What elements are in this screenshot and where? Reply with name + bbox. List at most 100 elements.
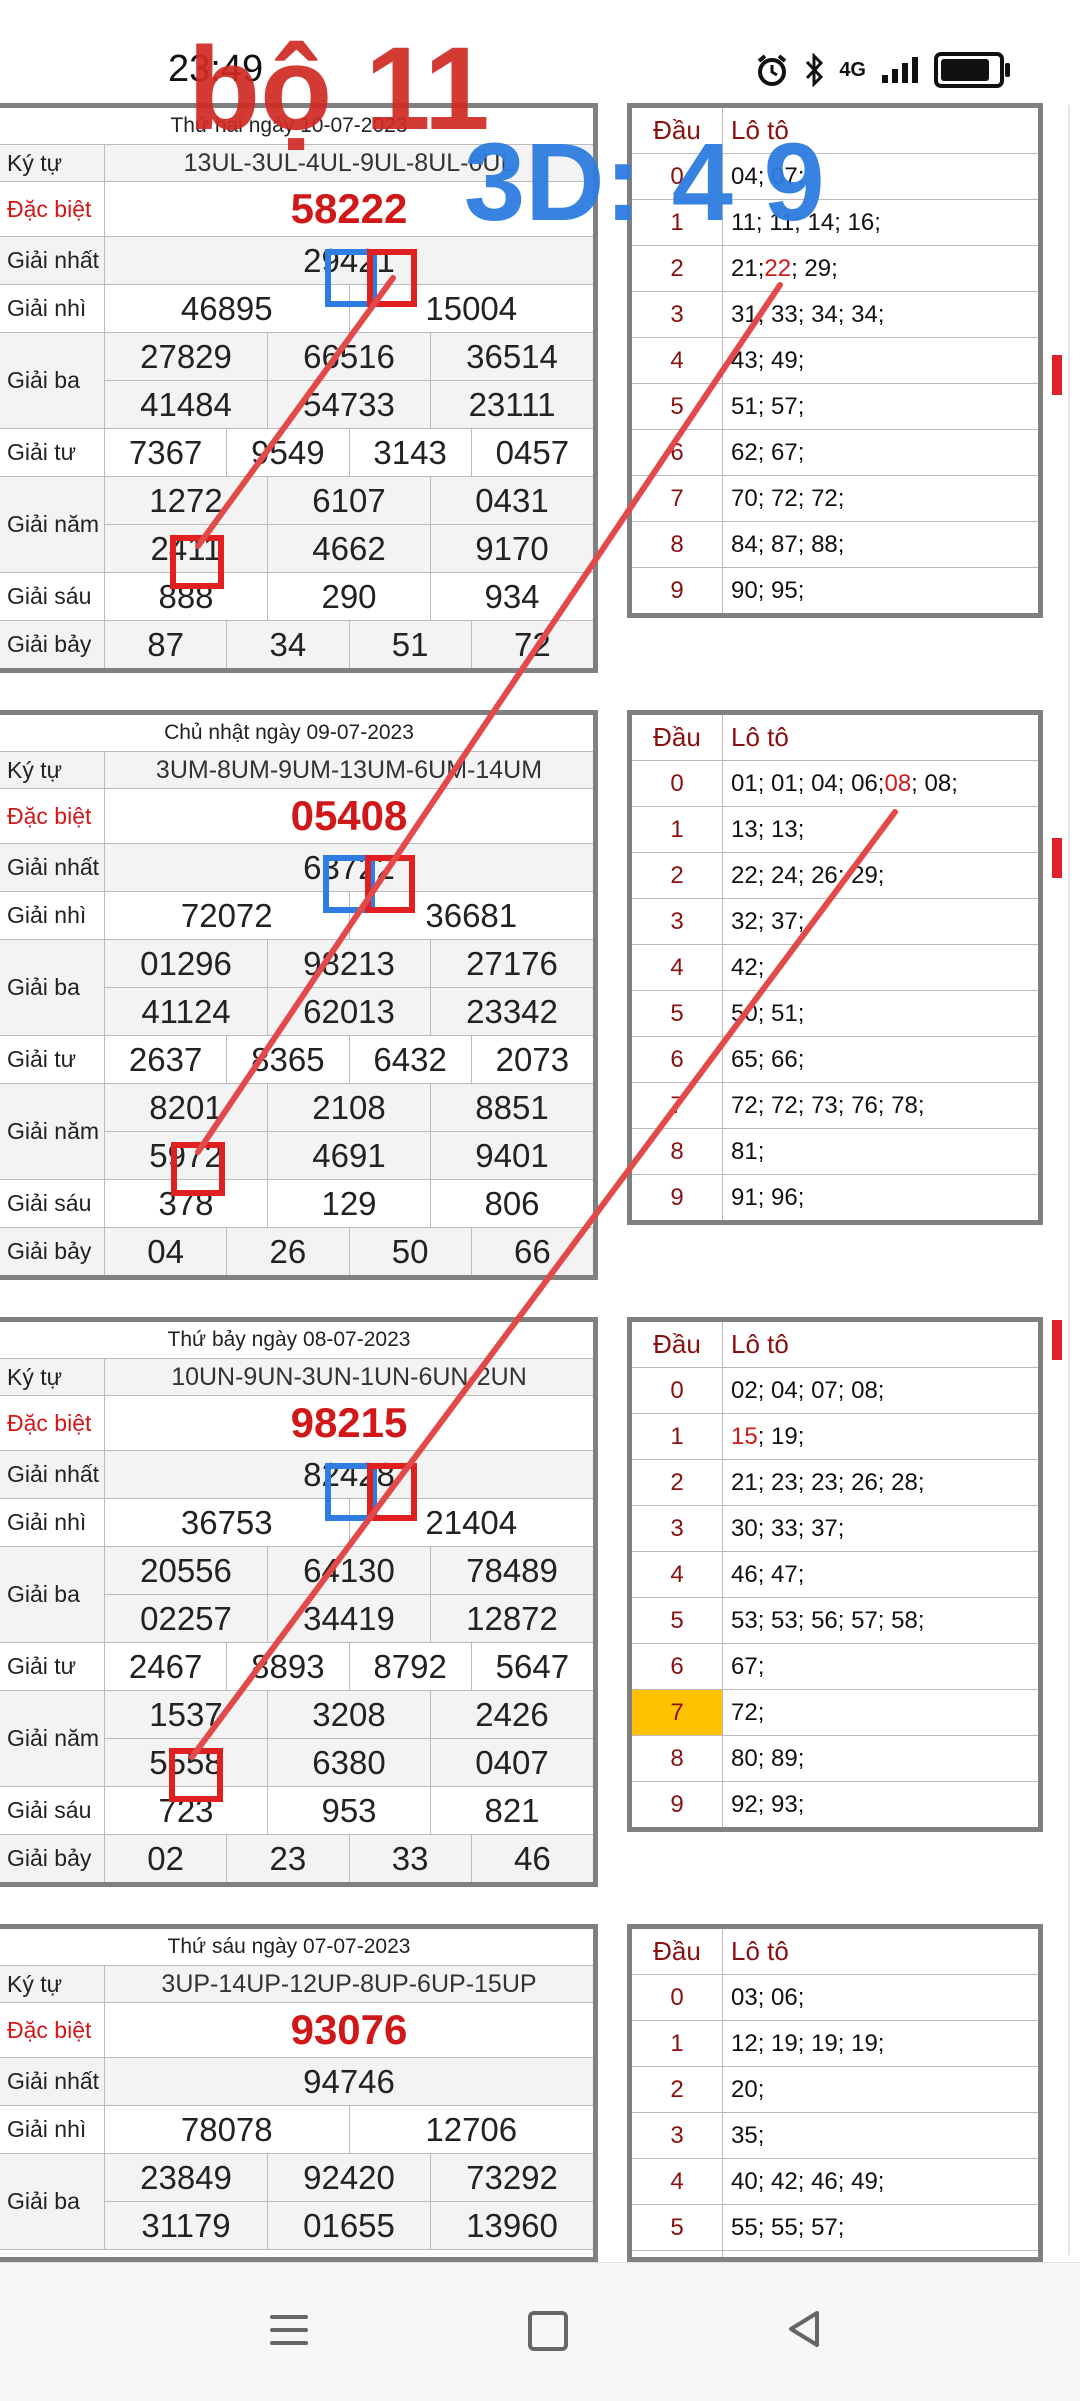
recent-apps-button[interactable] (270, 2315, 308, 2354)
loto-row: 8 81; (632, 1129, 1038, 1175)
prize-number: 2411 (150, 529, 222, 567)
prize-label: Đặc biệt (0, 1396, 105, 1450)
prize-number: 1537 (149, 1695, 223, 1733)
loto-values: 90; 95; (731, 576, 805, 604)
loto-body-label: Lô tô (731, 1329, 789, 1359)
prize-number: 12872 (430, 1595, 593, 1642)
loto-digit: 3 (632, 2113, 723, 2158)
prize-number: 34 (226, 621, 348, 668)
ky-tu-row: Ký tự 3UP-14UP-12UP-8UP-6UP-15UP (0, 1966, 593, 2003)
loto-row: 1 12; 19; 19; 19; (632, 2021, 1038, 2067)
prize-number: 13960 (430, 2202, 593, 2249)
prize-number: 34419 (267, 1595, 430, 1642)
draw-date-title: Thứ bảy ngày 08-07-2023 (0, 1322, 593, 1359)
prize-number: 82428 (303, 1455, 395, 1493)
status-bar: 23:49 4G (0, 0, 1080, 105)
bluetooth-icon (806, 53, 824, 87)
loto-row: 1 13; 13; (632, 807, 1038, 853)
loto-digit: 7 (632, 476, 723, 521)
ky-tu-label: Ký tự (0, 752, 105, 788)
loto-values: 53; 53; 56; 57; 58; (731, 1606, 925, 1634)
loto-values: 68; (723, 2251, 1038, 2257)
prize-number: 9401 (430, 1132, 593, 1179)
loto-values: 46; 47; (731, 1560, 805, 1588)
prize-number: 78078 (180, 2110, 273, 2148)
loto-row: 9 92; 93; (632, 1782, 1038, 1827)
prize-number: 821 (430, 1787, 593, 1834)
loto-values: 20; (731, 2075, 765, 2103)
prize-label: Giải năm (0, 1084, 105, 1179)
loto-highlight-number: 08 (884, 769, 912, 797)
home-button[interactable] (528, 2311, 568, 2351)
loto-row: 8 80; 89; (632, 1736, 1038, 1782)
loto-values: 21; 23; 23; 26; 28; (731, 1468, 925, 1496)
loto-row: 4 43; 49; (632, 338, 1038, 384)
prize-number: 36681 (348, 892, 594, 939)
loto-digit: 7 (632, 1690, 723, 1735)
loto-digit: 5 (632, 2205, 723, 2250)
prize-number: 0431 (430, 477, 593, 524)
prize-label: Giải bảy (0, 1835, 105, 1882)
prize-label: Giải nhất (0, 844, 105, 891)
loto-digit: 0 (632, 761, 723, 806)
prize-number: 26 (226, 1228, 348, 1275)
watermark-prediction: 3D: 4 9 (464, 121, 825, 244)
prize-row-sixth: Giải sáu 723 953 821 (0, 1787, 593, 1835)
prize-row-third: Giải ba 23849 92420 73292 31179 01655 13… (0, 2154, 593, 2250)
loto-digit: 1 (632, 807, 723, 852)
loto-table: Đầu Lô tô 0 03; 06; 1 12; 19; 19; 19; 2 20; … (627, 1924, 1043, 2262)
loto-values: 32; 37; (731, 907, 805, 935)
loto-body-label: Lô tô (731, 1936, 789, 1966)
loto-digit: 6 (632, 430, 723, 475)
loto-digit: 7 (632, 1083, 723, 1128)
loto-row: 4 40; 42; 46; 49; (632, 2159, 1038, 2205)
loto-highlight-number: 15 (731, 1422, 758, 1450)
prize-number: 01296 (140, 944, 232, 982)
prize-number: 31179 (141, 2206, 231, 2244)
prize-number: 64130 (267, 1547, 430, 1594)
prize-number: 87 (147, 625, 184, 663)
signal-icon (882, 57, 918, 83)
prize-number: 23111 (430, 381, 593, 428)
prize-row-second: Giải nhì 78078 12706 (0, 2106, 593, 2154)
loto-values: 80; 89; (731, 1744, 805, 1772)
loto-values: 62; 67; (731, 438, 805, 466)
loto-digit: 5 (632, 384, 723, 429)
loto-digit: 8 (632, 1129, 723, 1174)
back-button[interactable] (785, 2309, 825, 2349)
prize-number: 02 (147, 1839, 184, 1877)
prize-number: 15004 (348, 285, 594, 332)
prize-label: Giải nhì (0, 285, 105, 332)
prize-number: 01655 (267, 2202, 430, 2249)
loto-row: 668; (632, 2251, 1038, 2257)
prize-number: 36753 (180, 1503, 273, 1541)
prize-label: Giải sáu (0, 573, 105, 620)
prize-label: Giải nhất (0, 1451, 105, 1498)
loto-digit: 6 (632, 1037, 723, 1082)
ky-tu-value: 3UM-8UM-9UM-13UM-6UM-14UM (155, 755, 543, 784)
prize-row-special: Đặc biệt 93076 (0, 2003, 593, 2058)
prize-number: 51 (348, 621, 471, 668)
loto-values: 81; (731, 1137, 765, 1165)
loto-head-label: Đầu (632, 1322, 723, 1367)
ky-tu-value: 10UN-9UN-3UN-1UN-6UN-2UN (171, 1362, 527, 1391)
prize-number: 3143 (348, 429, 471, 476)
draw-date-title: Chủ nhật ngày 09-07-2023 (0, 715, 593, 752)
prize-number: 72072 (180, 896, 273, 934)
prize-number: 9549 (226, 429, 348, 476)
prize-row-sixth: Giải sáu 378 129 806 (0, 1180, 593, 1228)
loto-row: 4 46; 47; (632, 1552, 1038, 1598)
ky-tu-label: Ký tự (0, 1359, 105, 1395)
prize-row-third: Giải ba 01296 98213 27176 41124 62013 23… (0, 940, 593, 1036)
prize-number: 46 (470, 1835, 593, 1882)
prize-number: 934 (430, 573, 593, 620)
loto-row: 5 51; 57; (632, 384, 1038, 430)
loto-row: 2 20; (632, 2067, 1038, 2113)
prize-number: 0457 (470, 429, 593, 476)
prize-row-special: Đặc biệt 98215 (0, 1396, 593, 1451)
loto-values: 67; (731, 1652, 765, 1680)
prize-row-second: Giải nhì 36753 21404 (0, 1499, 593, 1547)
loto-table: Đầu Lô tô 0 02; 04; 07; 08; 1 15; 19; 2 21; … (627, 1317, 1043, 1832)
loto-row-highlighted: 7 72; (632, 1690, 1038, 1736)
prize-label: Giải ba (0, 940, 105, 1035)
